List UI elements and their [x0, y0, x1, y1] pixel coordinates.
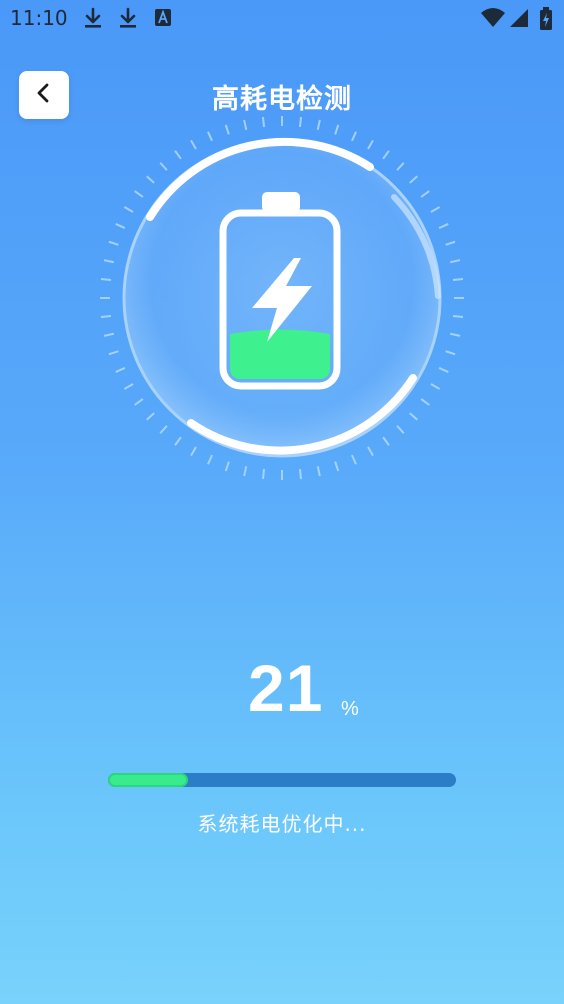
wifi-icon [480, 6, 506, 30]
gauge-tick [207, 131, 213, 142]
gauge-tick [261, 116, 266, 128]
gauge-tick [115, 223, 126, 229]
gauge-tick [334, 124, 340, 135]
gauge-tick [382, 150, 390, 160]
gauge-tick [103, 332, 114, 337]
status-time: 11:10 [10, 6, 68, 30]
gauge-tick [351, 131, 357, 142]
gauge-tick [190, 139, 197, 150]
gauge-tick [420, 398, 430, 406]
gauge-tick [450, 332, 461, 337]
signal-icon [508, 6, 530, 30]
percent-value: 21 [248, 651, 324, 725]
gauge-tick [438, 367, 449, 373]
battery-gauge [94, 110, 470, 486]
gauge-tick [134, 398, 144, 406]
gauge-tick [445, 240, 456, 246]
gauge-tick [298, 116, 303, 128]
gauge-tick [108, 350, 119, 356]
gauge-tick [396, 425, 405, 434]
percent-display: 21 % [0, 650, 564, 730]
gauge-tick [445, 350, 456, 356]
gauge-tick [100, 314, 112, 319]
gauge-tick [224, 124, 230, 135]
gauge-tick [396, 162, 405, 171]
gauge-tick [123, 206, 134, 213]
battery-charging-icon [538, 6, 554, 30]
gauge-tick [174, 436, 182, 446]
gauge-tick [146, 412, 155, 421]
gauge-tick [334, 461, 340, 472]
gauge-tick [409, 412, 418, 421]
gauge-tick [409, 175, 418, 184]
gauge-tick [134, 190, 144, 198]
gauge-tick [316, 119, 321, 130]
gauge-tick [438, 223, 449, 229]
gauge-tick [115, 367, 126, 373]
gauge-tick [430, 383, 441, 390]
gauge-tick [450, 259, 461, 264]
gauge-tick [159, 425, 168, 434]
gauge-tick [452, 314, 464, 319]
percent-unit: % [341, 698, 359, 720]
download-icon [117, 6, 139, 30]
gauge-tick [420, 190, 430, 198]
gauge-tick [100, 277, 112, 282]
gauge-tick [367, 446, 374, 457]
gauge-tick [430, 206, 441, 213]
download-icon [82, 6, 104, 30]
gauge-tick [298, 468, 303, 480]
gauge-tick [159, 162, 168, 171]
gauge-tick [367, 139, 374, 150]
text-a-icon [153, 6, 175, 30]
gauge-tick [261, 468, 266, 480]
gauge-tick [190, 446, 197, 457]
status-bar: 11:10 [0, 0, 564, 38]
gauge-tick [243, 119, 248, 130]
gauge-tick [452, 277, 464, 282]
gauge-tick [174, 150, 182, 160]
gauge-tick [123, 383, 134, 390]
gauge-tick [103, 259, 114, 264]
gauge-tick [243, 466, 248, 477]
gauge-tick [207, 454, 213, 465]
gauge-tick [316, 466, 321, 477]
optimization-status-text: 系统耗电优化中... [197, 812, 367, 836]
gauge-tick [108, 240, 119, 246]
gauge-tick [382, 436, 390, 446]
gauge-tick [224, 461, 230, 472]
gauge-tick [351, 454, 357, 465]
progress-bar [108, 773, 456, 787]
gauge-tick [146, 175, 155, 184]
progress-fill [108, 773, 189, 787]
